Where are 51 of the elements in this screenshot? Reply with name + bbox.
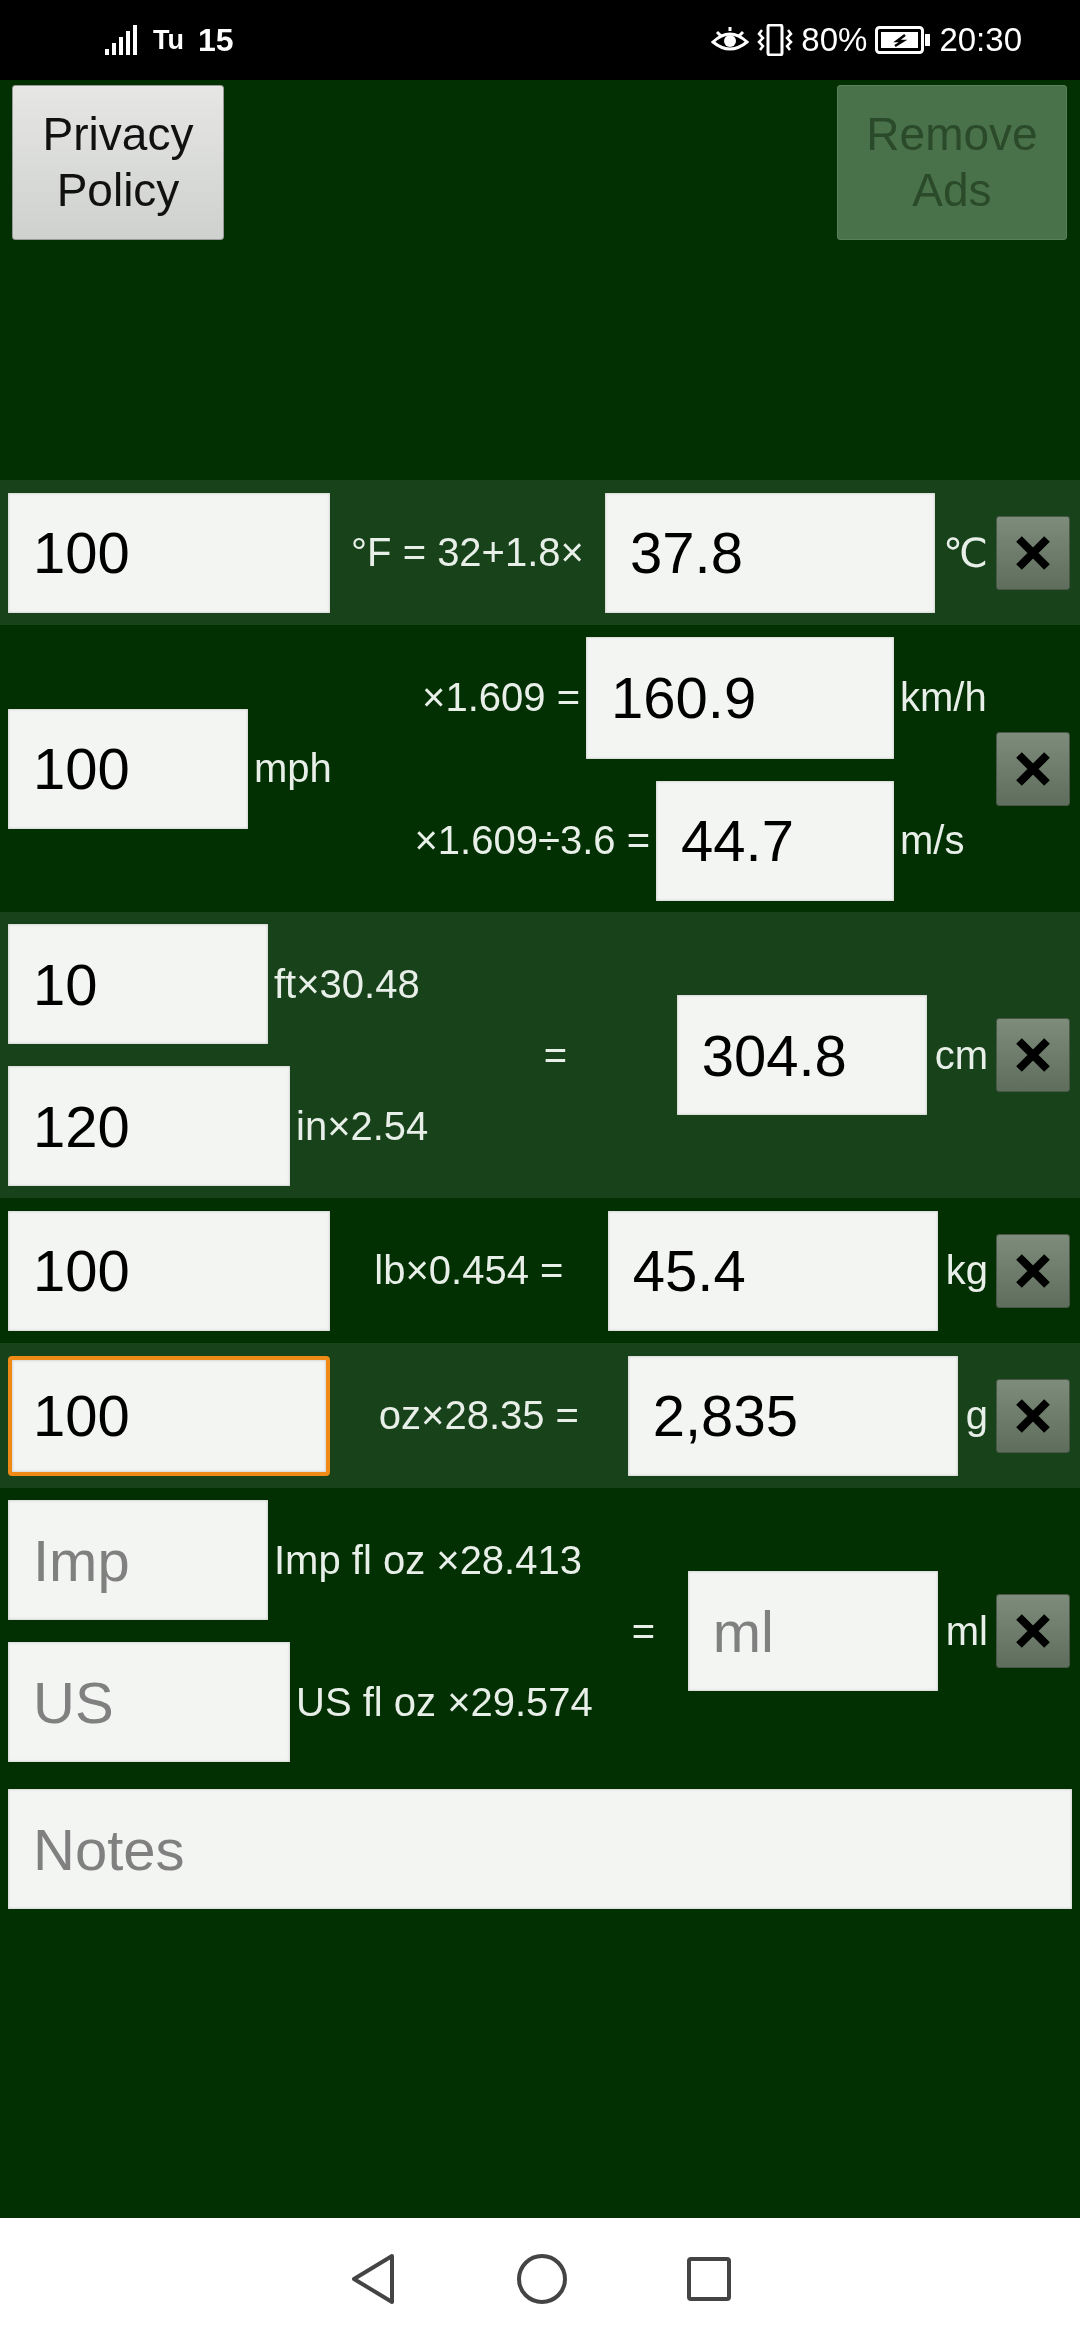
notes-field[interactable]: Notes <box>8 1789 1072 1909</box>
input-field[interactable]: 2,835 <box>627 1355 958 1476</box>
label: °F = 32+1.8× <box>350 530 585 575</box>
input-field[interactable]: 37.8 <box>605 492 936 613</box>
label: kg <box>944 1248 989 1293</box>
input-field[interactable]: 45.4 <box>607 1210 938 1331</box>
label: ml <box>944 1608 989 1654</box>
label: lb×0.454 = <box>373 1248 565 1293</box>
top-button[interactable]: Privacy Policy <box>12 85 224 240</box>
input-field[interactable]: 160.9 <box>586 636 894 759</box>
clear-button[interactable] <box>996 731 1070 806</box>
clear-button[interactable] <box>996 1594 1070 1668</box>
label: oz×28.35 = <box>377 1393 580 1438</box>
label: ×1.609 = <box>421 675 581 720</box>
input-field[interactable]: 10 <box>8 924 268 1044</box>
label: ×1.609÷3.6 = <box>413 818 651 863</box>
label: in×2.54 <box>295 1103 430 1149</box>
label: mph <box>253 746 333 791</box>
home-icon <box>516 2253 568 2305</box>
signal-icon <box>105 25 139 55</box>
input-field[interactable]: 100 <box>8 1210 330 1331</box>
input-field[interactable]: ml <box>687 1571 938 1691</box>
label: Imp fl oz ×28.413 <box>273 1537 583 1583</box>
vibrate-icon <box>757 24 794 56</box>
label: = <box>542 1032 569 1078</box>
clock: 20:30 <box>939 21 1022 59</box>
input-field[interactable]: 44.7 <box>656 780 894 901</box>
input-field[interactable]: 100 <box>8 708 248 829</box>
input-field[interactable]: 304.8 <box>676 995 927 1115</box>
battery-percent: 80% <box>801 21 868 59</box>
label: ft×30.48 <box>273 961 421 1007</box>
label: ℃ <box>942 529 989 576</box>
label: g <box>964 1393 989 1438</box>
label: = <box>630 1608 656 1654</box>
clear-button[interactable] <box>996 1378 1070 1453</box>
recents-icon <box>686 2256 732 2302</box>
input-field[interactable]: 100 <box>8 492 330 613</box>
network-label: 15 <box>198 21 234 59</box>
input-field[interactable]: 100 <box>8 1355 330 1476</box>
carrier-label: Tu <box>153 24 184 56</box>
label: km/h <box>899 675 988 720</box>
input-field[interactable]: 120 <box>8 1066 290 1186</box>
battery-icon <box>875 26 932 54</box>
label: cm <box>933 1032 989 1078</box>
clear-button[interactable] <box>996 515 1070 590</box>
label: US fl oz ×29.574 <box>295 1679 594 1725</box>
clear-button[interactable] <box>996 1018 1070 1092</box>
input-field[interactable]: US <box>8 1642 290 1762</box>
clear-button[interactable] <box>996 1233 1070 1308</box>
input-field[interactable]: Imp <box>8 1500 268 1620</box>
label: m/s <box>899 818 966 863</box>
